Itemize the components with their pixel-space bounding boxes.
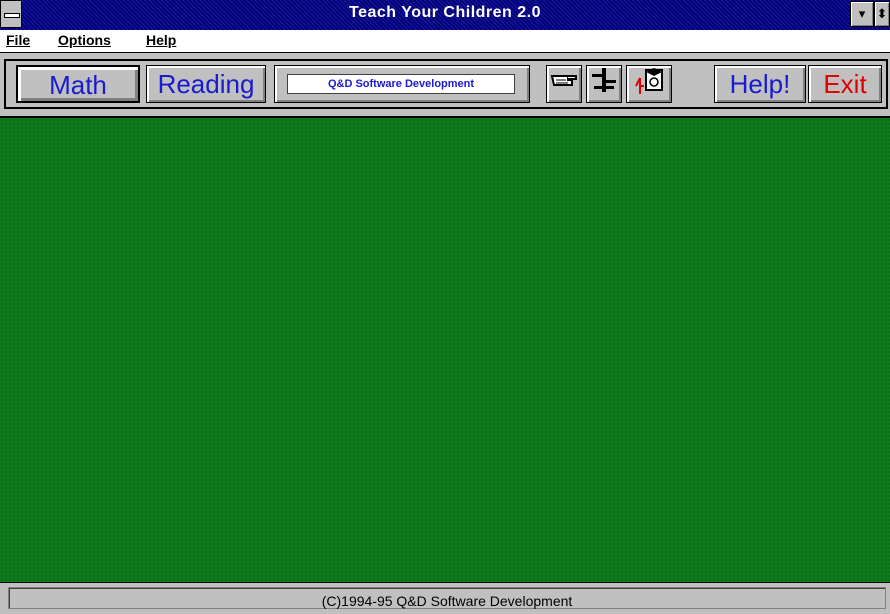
maximize-button[interactable]: ⬍ (874, 1, 890, 27)
status-panel: (C)1994-95 Q&D Software Development (8, 587, 886, 609)
pointing-hand-icon (550, 75, 577, 86)
help-button[interactable]: Help! (714, 65, 806, 103)
graduate-icon (635, 68, 663, 94)
main-workspace (0, 118, 890, 582)
status-bar: (C)1994-95 Q&D Software Development (0, 582, 890, 614)
company-label: Q&D Software Development (287, 74, 515, 94)
minimize-button[interactable]: ▾ (850, 1, 874, 27)
window-title: Teach Your Children 2.0 (349, 4, 541, 21)
pointing-hand-button[interactable] (546, 65, 582, 103)
reading-button[interactable]: Reading (146, 65, 266, 103)
graduate-button[interactable] (626, 65, 672, 103)
company-panel: Q&D Software Development (274, 65, 530, 103)
app-window: Teach Your Children 2.0 ▾ ⬍ File Options… (0, 0, 890, 614)
status-text: (C)1994-95 Q&D Software Development (321, 593, 573, 609)
title-bar[interactable]: Teach Your Children 2.0 ▾ ⬍ (0, 0, 890, 30)
menu-help[interactable]: Help (146, 32, 176, 48)
menu-help-label: Help (146, 32, 177, 48)
scale-icon (592, 68, 616, 92)
menu-bar: File Options Help (0, 30, 890, 53)
exit-button[interactable]: Exit (808, 65, 882, 103)
menu-file[interactable]: File (6, 32, 30, 48)
scale-button[interactable] (586, 65, 622, 103)
menu-options-label: Options (58, 32, 111, 48)
menu-file-label: File (6, 32, 31, 48)
toolbar: Math Reading Q&D Software Development He… (0, 53, 890, 118)
math-button[interactable]: Math (16, 65, 140, 103)
menu-options[interactable]: Options (58, 32, 111, 48)
